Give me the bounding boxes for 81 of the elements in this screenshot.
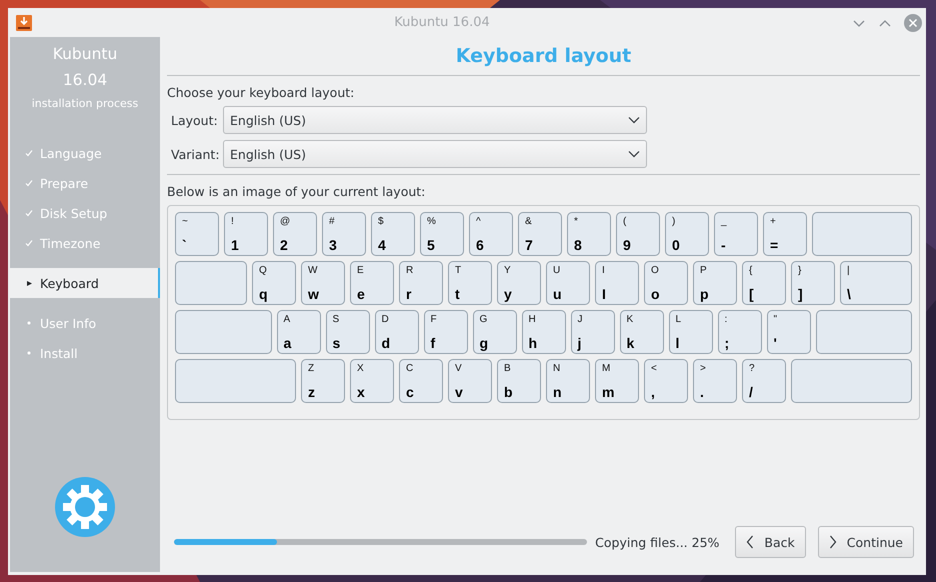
keyboard-key: ! 1 [224,212,268,256]
keyboard-key: { [ [742,261,786,305]
keyboard-key: + = [763,212,807,256]
step-item: Keyboard [10,268,160,298]
keyboard-key [175,261,247,305]
keyboard-key: % 5 [420,212,464,256]
keyboard-key: # 3 [322,212,366,256]
chevron-left-icon [746,535,754,549]
keyboard-key: M m [595,359,639,403]
keyboard-key: < , [644,359,688,403]
caption-text: Below is an image of your current layout: [167,174,920,199]
keyboard-key: & 7 [518,212,562,256]
keyboard-key: A a [276,310,320,354]
page-title: Keyboard layout [167,37,920,76]
layout-dropdown[interactable]: English (US) [223,140,647,168]
keyboard-key: K k [620,310,664,354]
step-item: Disk Setup [10,198,160,228]
keyboard-key: R r [399,261,443,305]
keyboard-key: " ' [766,310,810,354]
step-item: Prepare [10,168,160,198]
back-button[interactable]: Back [735,526,806,558]
keyboard-key: Z z [301,359,345,403]
sidebar-subtitle: installation process [30,97,140,110]
window-title: Kubuntu 16.04 [393,15,491,30]
keyboard-key: N n [546,359,590,403]
gear-logo [55,477,115,537]
keyboard-key: > . [693,359,737,403]
continue-button[interactable]: Continue [818,526,914,558]
keyboard-key: ) 0 [665,212,709,256]
close-icon[interactable] [904,14,922,32]
chevron-down-icon [628,116,640,124]
keyboard-key: _ - [714,212,758,256]
prompt-text: Choose your keyboard layout: [167,85,356,100]
product-version: 16.04 [62,71,108,89]
keyboard-key: H h [522,310,566,354]
chevron-right-icon [828,535,837,549]
product-name: Kubuntu [52,45,118,63]
keyboard-key: : ; [718,310,762,354]
check-icon [24,238,34,248]
keyboard-key: @ 2 [273,212,317,256]
keyboard-key: Q q [252,261,296,305]
chevron-down-icon [628,150,640,158]
triangle-icon [24,278,34,288]
keyboard-key: F f [424,310,468,354]
keyboard-key: | \ [840,261,912,305]
installer-icon [16,14,32,30]
keyboard-key: L l [668,310,712,354]
field-label: Variant: [171,146,221,162]
keyboard-key: W w [301,261,345,305]
keyboard-key: } ] [791,261,835,305]
step-item: Language [10,138,160,168]
keyboard-key: U u [546,261,590,305]
keyboard-key: T t [448,261,492,305]
keyboard-key: $ 4 [371,212,415,256]
keyboard-key: B b [497,359,541,403]
keyboard-key: C c [399,359,443,403]
keyboard-key: X x [350,359,394,403]
keyboard-key: ^ 6 [469,212,513,256]
keyboard-key: ( 9 [616,212,660,256]
step-item: Timezone [10,228,160,258]
keyboard-key: P p [693,261,737,305]
layout-dropdown[interactable]: English (US) [223,106,647,134]
step-item: Install [10,338,160,368]
keyboard-key: ? / [742,359,786,403]
keyboard-key: O o [644,261,688,305]
progress-status: Copying files... 25% [595,534,720,550]
check-icon [24,208,34,218]
check-icon [24,148,34,158]
keyboard-key: I I [595,261,639,305]
check-icon [24,178,34,188]
keyboard-key: G g [472,310,516,354]
keyboard-key: J j [570,310,614,354]
keyboard-key: ~ ` [175,212,219,256]
keyboard-key: V v [448,359,492,403]
step-item: User Info [10,308,160,338]
field-label: Layout: [171,112,219,128]
keyboard-key: E e [350,261,394,305]
keyboard-key: * 8 [567,212,611,256]
keyboard-key: D d [374,310,418,354]
keyboard-key: Y y [497,261,541,305]
keyboard-key: S s [326,310,370,354]
